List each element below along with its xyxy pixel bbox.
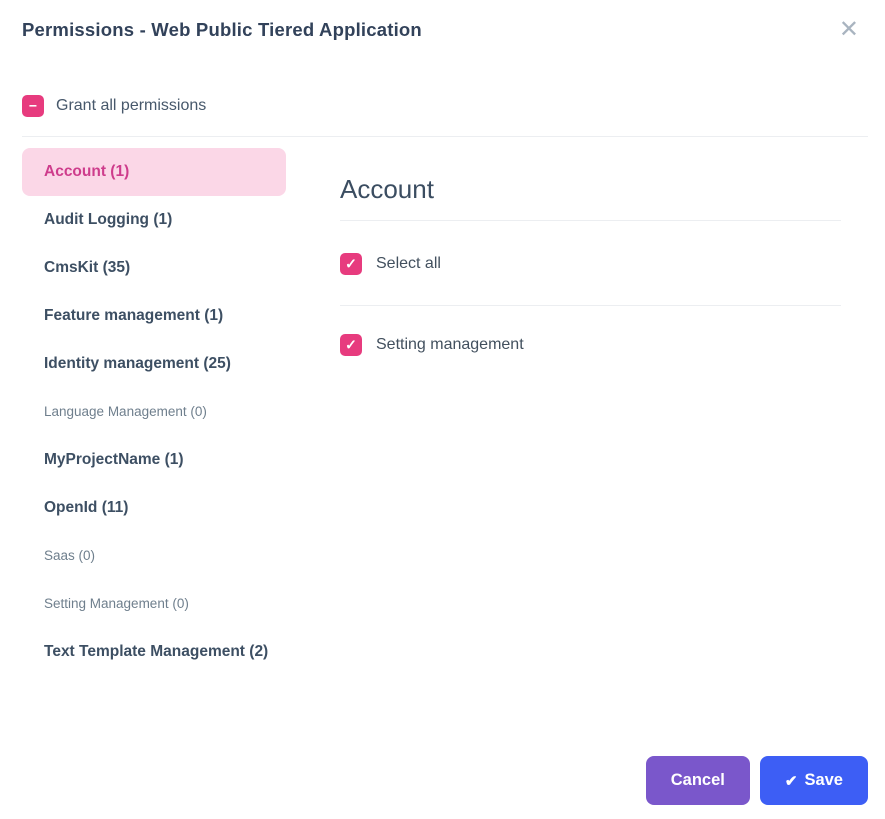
sidebar-item-language-management[interactable]: Language Management (0) <box>22 388 286 436</box>
check-icon: ✔ <box>785 772 798 790</box>
grant-all-checkbox-indeterminate[interactable]: − <box>22 95 44 117</box>
modal-header: Permissions - Web Public Tiered Applicat… <box>0 0 885 44</box>
permission-row-setting-management[interactable]: ✓ Setting management <box>340 334 841 356</box>
modal-footer: Cancel ✔ Save <box>646 756 868 805</box>
grant-all-permissions-row[interactable]: − Grant all permissions <box>22 95 863 117</box>
sidebar-item-openid[interactable]: OpenId (11) <box>22 484 286 532</box>
cancel-button[interactable]: Cancel <box>646 756 750 805</box>
sidebar-item-text-template-management[interactable]: Text Template Management (2) <box>22 628 286 676</box>
save-button[interactable]: ✔ Save <box>760 756 868 805</box>
permission-group-nav: Account (1) Audit Logging (1) CmsKit (35… <box>0 137 286 676</box>
sidebar-item-identity-management[interactable]: Identity management (25) <box>22 340 286 388</box>
sidebar-item-cmskit[interactable]: CmsKit (35) <box>22 244 286 292</box>
sidebar-item-setting-management[interactable]: Setting Management (0) <box>22 580 286 628</box>
check-icon: ✓ <box>345 257 357 271</box>
permission-checkbox-checked[interactable]: ✓ <box>340 334 362 356</box>
sidebar-item-saas[interactable]: Saas (0) <box>22 532 286 580</box>
panel-title-divider <box>340 220 841 221</box>
check-icon: ✓ <box>345 338 357 352</box>
select-all-row[interactable]: ✓ Select all <box>340 253 841 275</box>
sidebar-item-myprojectname[interactable]: MyProjectName (1) <box>22 436 286 484</box>
minus-icon: − <box>29 99 37 113</box>
close-button[interactable]: ✕ <box>835 16 863 44</box>
select-all-label: Select all <box>376 255 441 273</box>
sidebar-item-account[interactable]: Account (1) <box>22 148 286 196</box>
permission-label: Setting management <box>376 336 524 354</box>
select-all-divider <box>340 305 841 306</box>
select-all-checkbox-checked[interactable]: ✓ <box>340 253 362 275</box>
sidebar-item-audit-logging[interactable]: Audit Logging (1) <box>22 196 286 244</box>
close-icon: ✕ <box>839 16 859 43</box>
sidebar-item-feature-management[interactable]: Feature management (1) <box>22 292 286 340</box>
permission-panel: Account ✓ Select all ✓ Setting managemen… <box>340 137 841 356</box>
modal-title: Permissions - Web Public Tiered Applicat… <box>22 16 422 44</box>
modal-body: Account (1) Audit Logging (1) CmsKit (35… <box>0 137 885 676</box>
panel-title: Account <box>340 172 841 206</box>
grant-all-label: Grant all permissions <box>56 97 206 115</box>
save-button-label: Save <box>804 771 843 790</box>
